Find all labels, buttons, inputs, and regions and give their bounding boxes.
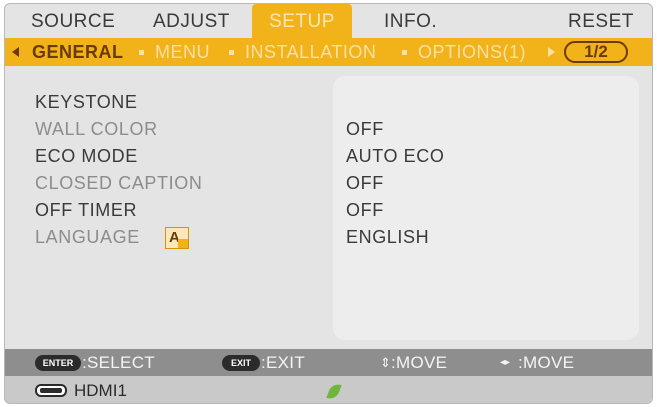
right-arrow-icon[interactable]: [548, 47, 555, 57]
tab-setup[interactable]: SETUP: [252, 4, 352, 38]
row-value-wall-color[interactable]: OFF: [346, 119, 384, 140]
hdmi-connector-icon: [35, 384, 67, 397]
subtab-general[interactable]: GENERAL: [32, 38, 124, 66]
page-indicator: 1/2: [564, 41, 628, 63]
row-value-off-timer[interactable]: OFF: [346, 200, 384, 221]
row-label-language[interactable]: LANGUAGE: [35, 227, 140, 248]
row-label-wall-color[interactable]: WALL COLOR: [35, 119, 158, 140]
row-label-keystone[interactable]: KEYSTONE: [35, 92, 138, 113]
settings-panel: KEYSTONE WALL COLOR OFF ECO MODE AUTO EC…: [5, 66, 652, 349]
left-right-arrow-icon: ◂▸: [500, 357, 511, 368]
projector-osd-menu: SOURCE ADJUST SETUP INFO. RESET GENERAL …: [4, 3, 653, 404]
separator-dot: [229, 50, 234, 55]
left-arrow-icon[interactable]: [12, 47, 19, 57]
language-icon: A: [165, 227, 189, 249]
subtab-installation[interactable]: INSTALLATION: [245, 38, 376, 66]
separator-dot: [402, 50, 407, 55]
separator-dot: [139, 50, 144, 55]
row-label-closed-caption[interactable]: CLOSED CAPTION: [35, 173, 202, 194]
enter-key-icon: ENTER: [35, 355, 81, 371]
subtab-menu[interactable]: MENU: [155, 38, 210, 66]
up-down-arrow-icon: ⇕: [380, 355, 391, 370]
row-value-language[interactable]: ENGLISH: [346, 227, 429, 248]
row-value-closed-caption[interactable]: OFF: [346, 173, 384, 194]
status-bar: HDMI1: [5, 376, 652, 403]
top-tab-bar: SOURCE ADJUST SETUP INFO. RESET: [5, 4, 652, 38]
subtab-options-1[interactable]: OPTIONS(1): [418, 38, 526, 66]
row-label-eco-mode[interactable]: ECO MODE: [35, 146, 138, 167]
help-move-horizontal-label: :MOVE: [518, 353, 575, 372]
tab-source[interactable]: SOURCE: [31, 4, 115, 38]
tab-info[interactable]: INFO.: [384, 4, 437, 38]
help-bar: ENTER :SELECT EXIT :EXIT ⇕ :MOVE ◂▸ :MOV…: [5, 349, 652, 376]
subtab-bar: GENERAL MENU INSTALLATION OPTIONS(1) 1/2: [5, 38, 652, 66]
input-source-label: HDMI1: [74, 381, 127, 400]
row-value-eco-mode[interactable]: AUTO ECO: [346, 146, 444, 167]
help-move-vertical-label: :MOVE: [391, 353, 448, 372]
tab-adjust[interactable]: ADJUST: [153, 4, 230, 38]
row-label-off-timer[interactable]: OFF TIMER: [35, 200, 137, 221]
eco-leaf-icon: [326, 381, 342, 402]
help-select-label: :SELECT: [82, 353, 155, 372]
exit-key-icon: EXIT: [222, 355, 260, 371]
tab-reset[interactable]: RESET: [568, 4, 634, 38]
help-exit-label: :EXIT: [261, 353, 306, 372]
